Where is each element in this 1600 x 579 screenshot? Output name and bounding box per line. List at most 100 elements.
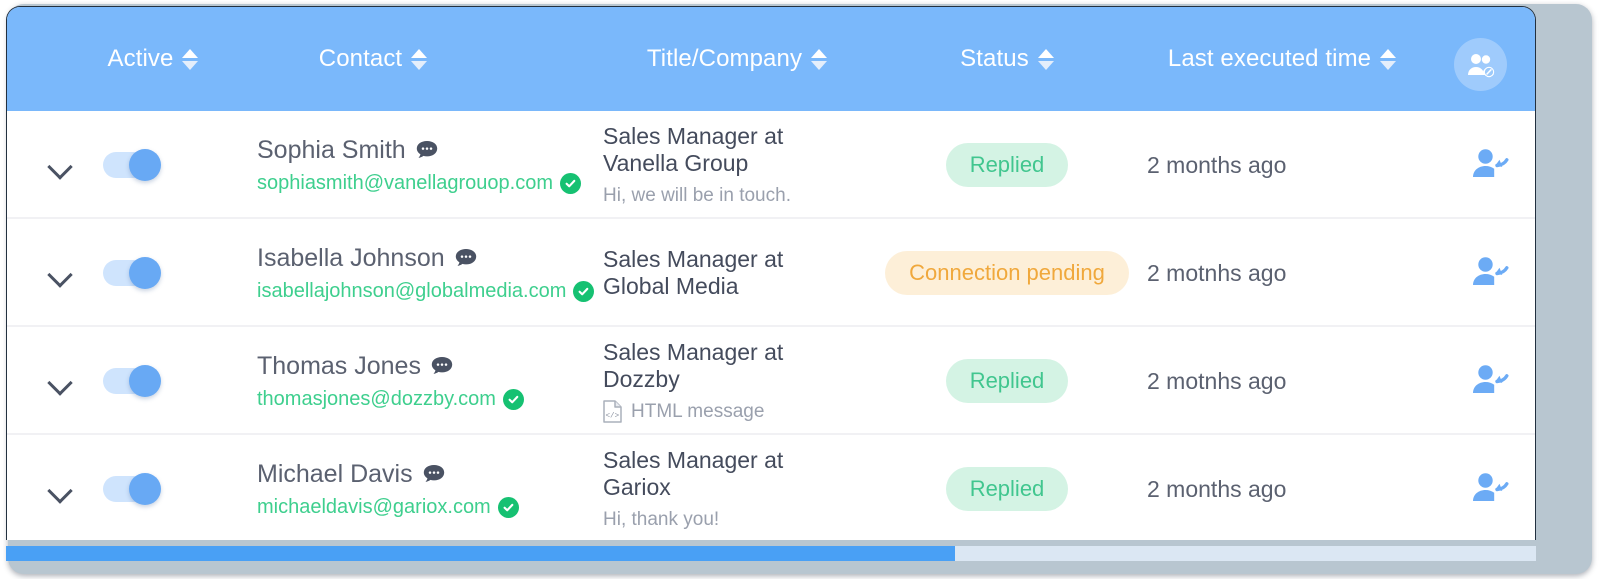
person-reply-button[interactable] [1472, 147, 1512, 184]
active-toggle[interactable] [103, 149, 161, 181]
contact-name-text: Michael Davis [257, 459, 413, 488]
chevron-down-icon[interactable] [48, 482, 74, 496]
column-header-active[interactable]: Active [35, 7, 271, 111]
active-toggle[interactable] [103, 257, 161, 289]
contact-email-text: sophiasmith@vanellagrouop.com [257, 171, 554, 194]
column-header-title-company[interactable]: Title/Company [567, 7, 907, 111]
contact-email-text: michaeldavis@gariox.com [257, 495, 491, 518]
row-active-cell[interactable] [103, 219, 189, 327]
row-last-executed-time-cell: 2 motnhs ago [1147, 219, 1447, 327]
sort-toggle-status[interactable] [1037, 48, 1054, 70]
html-file-icon: </> [603, 400, 622, 424]
row-active-cell[interactable] [103, 327, 189, 435]
chevron-down-icon[interactable] [48, 158, 74, 172]
column-header-status-label: Status [960, 45, 1029, 72]
verified-check-icon [502, 388, 524, 410]
person-reply-button[interactable] [1472, 471, 1512, 508]
contact-name-text: Thomas Jones [257, 351, 421, 380]
table-row[interactable]: Michael Davis michaeldavis@gariox.com Sale… [7, 435, 1535, 540]
table-row[interactable]: Isabella Johnson isabellajohnson@globalme… [7, 219, 1535, 327]
contact-email-text: thomasjones@dozzby.com [257, 387, 496, 410]
table-row[interactable]: Thomas Jones thomasjones@dozzby.com Sales … [7, 327, 1535, 435]
column-header-status[interactable]: Status [887, 7, 1127, 111]
column-header-title-company-label: Title/Company [646, 45, 803, 72]
person-reply-icon [1473, 472, 1509, 501]
row-expand-cell[interactable] [35, 435, 87, 540]
row-active-cell[interactable] [103, 435, 189, 540]
table-body: Sophia Smith sophiasmith@vanellagrouop.co… [7, 111, 1535, 540]
contact-name: Sophia Smith [257, 136, 438, 165]
sort-descending-icon [411, 60, 428, 70]
row-last-executed-time-cell: 2 months ago [1147, 435, 1447, 540]
sort-ascending-icon [411, 48, 428, 58]
row-subtitle-text: Hi, we will be in touch. [603, 184, 791, 206]
row-contact-cell: Sophia Smith sophiasmith@vanellagrouop.co… [257, 111, 587, 219]
row-title-company: Sales Manager at Gariox [603, 447, 784, 500]
row-expand-cell[interactable] [35, 327, 87, 435]
active-toggle[interactable] [103, 365, 161, 397]
row-status-cell: Connection pending [885, 219, 1129, 327]
contact-email[interactable]: sophiasmith@vanellagrouop.com [257, 171, 582, 195]
person-reply-button[interactable] [1472, 363, 1512, 400]
chevron-down-icon[interactable] [48, 374, 74, 388]
row-subtitle: Hi, we will be in touch. [603, 185, 791, 207]
column-header-contact-label: Contact [318, 45, 403, 72]
active-toggle[interactable] [103, 473, 161, 505]
person-reply-button[interactable] [1472, 255, 1512, 292]
sort-toggle-last-executed-time[interactable] [1380, 48, 1397, 70]
horizontal-scrollbar-thumb[interactable] [6, 546, 955, 561]
contact-email[interactable]: michaeldavis@gariox.com [257, 496, 519, 519]
chat-bubble-icon [423, 465, 444, 482]
sort-toggle-title-company[interactable] [811, 48, 828, 70]
row-subtitle-text: Hi, thank you! [603, 508, 720, 530]
verified-check-icon [573, 280, 595, 302]
row-title-company-cell: Sales Manager at Vanella Group Hi, we wil… [603, 111, 903, 219]
status-badge: Replied [945, 359, 1069, 403]
row-action-cell[interactable] [1447, 327, 1535, 435]
sort-descending-icon [1037, 60, 1054, 70]
column-header-last-executed-time[interactable]: Last executed time [1117, 7, 1447, 111]
sort-ascending-icon [811, 48, 828, 58]
row-subtitle: Hi, thank you! [603, 509, 719, 531]
chevron-down-icon[interactable] [48, 266, 74, 280]
row-expand-cell[interactable] [35, 219, 87, 327]
row-action-cell[interactable] [1447, 111, 1535, 219]
row-active-cell[interactable] [103, 111, 189, 219]
contact-email[interactable]: isabellajohnson@globalmedia.com [257, 279, 595, 303]
row-status-cell: Replied [887, 111, 1127, 219]
contact-name-text: Sophia Smith [257, 135, 406, 164]
sort-descending-icon [182, 60, 199, 70]
column-header-active-label: Active [107, 45, 174, 72]
column-header-last-executed-time-label: Last executed time [1167, 45, 1372, 72]
row-title-company: Sales Manager at Vanella Group [603, 123, 784, 176]
sort-descending-icon [1380, 60, 1397, 70]
person-reply-icon [1473, 256, 1509, 285]
sort-toggle-active[interactable] [182, 48, 199, 70]
group-edit-icon[interactable] [1454, 38, 1507, 91]
sort-ascending-icon [1380, 48, 1397, 58]
row-action-cell[interactable] [1447, 435, 1535, 540]
sort-toggle-contact[interactable] [411, 48, 428, 70]
sort-descending-icon [811, 60, 828, 70]
contact-name: Thomas Jones [257, 352, 453, 381]
row-subtitle: </> HTML message [603, 400, 765, 424]
last-executed-time: 2 motnhs ago [1147, 259, 1287, 286]
horizontal-scrollbar[interactable] [6, 546, 1536, 561]
table-header: Active Contact Title/Company Status Last… [7, 7, 1535, 111]
svg-text:</>: </> [605, 413, 619, 421]
table-row[interactable]: Sophia Smith sophiasmith@vanellagrouop.co… [7, 111, 1535, 219]
row-status-cell: Replied [887, 435, 1127, 540]
chat-bubble-icon [455, 249, 476, 266]
status-badge: Replied [945, 143, 1069, 187]
column-header-contact[interactable]: Contact [243, 7, 503, 111]
person-reply-icon [1473, 148, 1509, 177]
verified-check-icon [497, 496, 519, 518]
row-contact-cell: Isabella Johnson isabellajohnson@globalme… [257, 219, 595, 327]
row-subtitle-text: HTML message [631, 400, 765, 422]
status-badge: Replied [945, 467, 1069, 511]
row-action-cell[interactable] [1447, 219, 1535, 327]
contact-email-text: isabellajohnson@globalmedia.com [257, 279, 567, 302]
contact-email[interactable]: thomasjones@dozzby.com [257, 388, 524, 411]
row-expand-cell[interactable] [35, 111, 87, 219]
contact-name-text: Isabella Johnson [257, 243, 445, 272]
